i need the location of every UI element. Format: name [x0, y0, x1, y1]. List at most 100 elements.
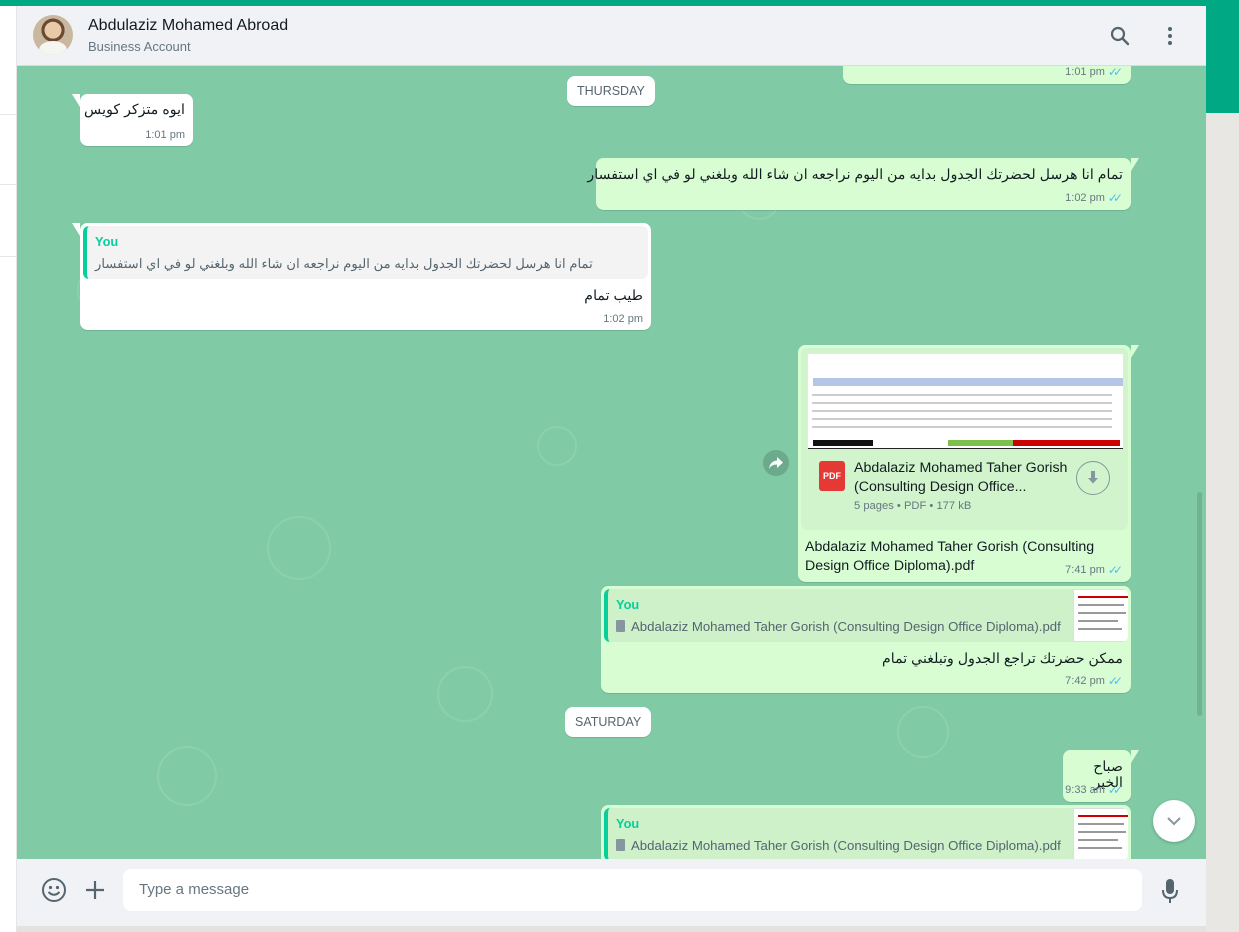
message-meta: 9:33 am ✓✓ — [1065, 783, 1123, 797]
scroll-to-bottom-button[interactable] — [1153, 800, 1195, 842]
message-bubble-outgoing[interactable]: You Abdalaziz Mohamed Taher Gorish (Cons… — [601, 805, 1131, 859]
contact-name[interactable]: Abdulaziz Mohamed Abroad — [88, 17, 288, 35]
quote-text-value: Abdalaziz Mohamed Taher Gorish (Consulti… — [631, 619, 1061, 634]
quote-author: You — [616, 816, 640, 831]
quoted-message[interactable]: You Abdalaziz Mohamed Taher Gorish (Cons… — [604, 589, 1128, 642]
avatar[interactable] — [33, 15, 73, 55]
message-time: 7:41 pm — [1065, 564, 1105, 576]
thumb-row — [1078, 620, 1118, 622]
message-meta: 1:02 pm — [603, 313, 643, 325]
right-accent-band — [1206, 0, 1239, 113]
preview-header-row — [813, 378, 1123, 386]
contact-subtitle: Business Account — [88, 39, 191, 54]
quote-thumbnail — [1073, 589, 1128, 642]
chat-list-edge — [0, 6, 17, 932]
conversation-header[interactable]: Abdulaziz Mohamed Abroad Business Accoun… — [17, 6, 1206, 66]
quote-text: Abdalaziz Mohamed Taher Gorish (Consulti… — [616, 838, 1061, 853]
read-ticks-icon: ✓✓ — [1107, 563, 1123, 577]
message-meta: 1:01 pm — [145, 129, 185, 141]
quote-text-value: Abdalaziz Mohamed Taher Gorish (Consulti… — [631, 838, 1061, 853]
read-ticks-icon: ✓✓ — [1107, 66, 1123, 79]
right-background — [1206, 113, 1239, 932]
preview-row — [812, 418, 1112, 420]
message-time: 7:42 pm — [1065, 675, 1105, 687]
message-text: طيب تمام — [584, 288, 643, 304]
document-title-line: (Consulting Design Office... — [854, 479, 1027, 495]
message-text: ممكن حضرتك تراجع الجدول وتبلغني تمام — [881, 651, 1123, 667]
message-bubble-incoming[interactable]: ايوه متزكر كويس 1:01 pm — [72, 94, 193, 146]
composer-bar: Type a message — [17, 859, 1206, 921]
chat-list-divider — [0, 114, 17, 115]
read-ticks-icon: ✓✓ — [1107, 674, 1123, 688]
preview-row — [812, 402, 1112, 404]
date-separator: SATURDAY — [565, 707, 652, 737]
thumb-row — [1078, 612, 1126, 614]
document-preview[interactable] — [808, 354, 1123, 449]
preview-edge — [808, 448, 1123, 449]
wallpaper-doodle — [157, 746, 217, 806]
wallpaper-doodle — [537, 426, 577, 466]
thumb-row — [1078, 628, 1122, 630]
forward-icon[interactable] — [763, 450, 789, 476]
document-card[interactable]: PDF Abdalaziz Mohamed Taher Gorish (Cons… — [801, 348, 1128, 530]
message-meta: 1:02 pm ✓✓ — [1065, 191, 1123, 205]
plus-icon[interactable] — [84, 879, 106, 901]
quote-author: You — [95, 234, 119, 249]
document-title: Abdalaziz Mohamed Taher Gorish (Consulti… — [854, 459, 1067, 497]
preview-row — [812, 394, 1112, 396]
preview-cell — [1013, 440, 1120, 446]
quote-text: تمام انا هرسل لحضرتك الجدول بدايه من الي… — [95, 256, 593, 271]
chat-list-divider — [0, 184, 17, 185]
document-icon — [616, 620, 625, 632]
message-time: 1:02 pm — [1065, 192, 1105, 204]
message-bubble-outgoing[interactable]: صباح الخير 9:33 am ✓✓ — [1063, 750, 1139, 802]
quoted-message[interactable]: You Abdalaziz Mohamed Taher Gorish (Cons… — [604, 808, 1128, 859]
thumb-row — [1078, 596, 1128, 598]
scrollbar[interactable] — [1197, 492, 1202, 716]
message-bubble-outgoing[interactable]: تمام انا هرسل لحضرتك الجدول بدايه من الي… — [587, 158, 1139, 210]
search-icon[interactable] — [1108, 24, 1132, 48]
download-icon[interactable] — [1076, 461, 1110, 495]
quote-text: Abdalaziz Mohamed Taher Gorish (Consulti… — [616, 619, 1061, 634]
document-icon — [616, 839, 625, 851]
read-ticks-icon: ✓✓ — [1107, 783, 1123, 797]
message-pane[interactable]: 1:01 pm ✓✓ THURSDAY ايوه متزكر كويس 1:01 … — [17, 66, 1206, 859]
message-time: 1:02 pm — [603, 313, 643, 325]
chevron-down-icon — [1167, 817, 1181, 826]
message-input[interactable]: Type a message — [123, 869, 1142, 911]
wallpaper-doodle — [897, 706, 949, 758]
message-meta: 7:42 pm ✓✓ — [1065, 674, 1123, 688]
chat-list-divider — [0, 256, 17, 257]
caption-line: Abdalaziz Mohamed Taher Gorish (Consulti… — [805, 539, 1095, 555]
mic-icon[interactable] — [1161, 878, 1179, 904]
caption-line: Design Office Diploma).pdf — [805, 558, 975, 574]
message-bubble-outgoing[interactable]: You Abdalaziz Mohamed Taher Gorish (Cons… — [601, 586, 1131, 693]
thumb-row — [1078, 823, 1124, 825]
quoted-message[interactable]: You تمام انا هرسل لحضرتك الجدول بدايه من… — [83, 226, 648, 279]
message-text: ايوه متزكر كويس — [84, 102, 185, 118]
message-bubble-outgoing[interactable]: 1:01 pm ✓✓ — [843, 66, 1131, 84]
message-meta: 1:01 pm ✓✓ — [1065, 66, 1123, 79]
message-text: تمام انا هرسل لحضرتك الجدول بدايه من الي… — [587, 167, 1123, 183]
thumb-row — [1078, 815, 1128, 817]
message-time: 1:01 pm — [145, 129, 185, 141]
emoji-icon[interactable] — [41, 877, 67, 903]
conversation-panel: Abdulaziz Mohamed Abroad Business Accoun… — [17, 6, 1206, 926]
wallpaper-doodle — [437, 666, 493, 722]
thumb-row — [1078, 847, 1122, 849]
menu-icon[interactable] — [1158, 24, 1182, 48]
date-separator: THURSDAY — [567, 76, 655, 106]
message-meta: 7:41 pm ✓✓ — [1065, 563, 1123, 577]
preview-cell — [813, 440, 873, 446]
wallpaper-doodle — [267, 516, 331, 580]
quote-thumbnail — [1073, 808, 1128, 859]
document-meta: 5 pages • PDF • 177 kB — [854, 500, 972, 512]
message-bubble-outgoing-document[interactable]: PDF Abdalaziz Mohamed Taher Gorish (Cons… — [798, 345, 1139, 582]
read-ticks-icon: ✓✓ — [1107, 191, 1123, 205]
message-time: 9:33 am — [1065, 784, 1105, 796]
message-bubble-incoming[interactable]: You تمام انا هرسل لحضرتك الجدول بدايه من… — [72, 223, 651, 330]
thumb-row — [1078, 604, 1124, 606]
thumb-row — [1078, 831, 1126, 833]
pdf-file-icon: PDF — [819, 461, 845, 491]
preview-cell — [948, 440, 1013, 446]
